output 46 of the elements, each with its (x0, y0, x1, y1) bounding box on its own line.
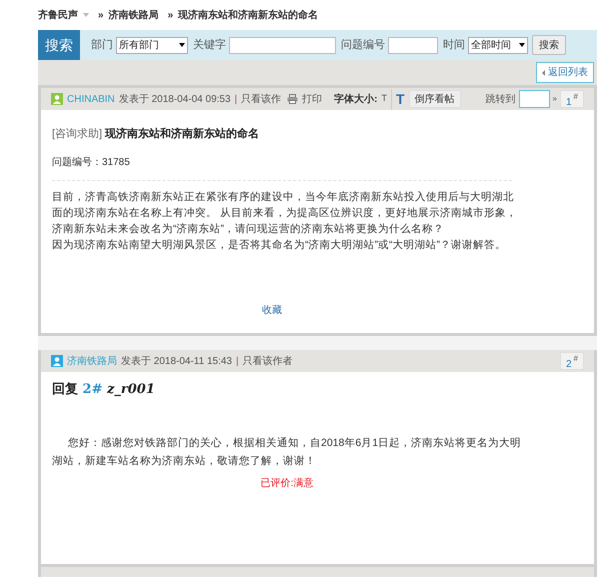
font-size-label: 字体大小: (334, 92, 378, 106)
breadcrumb-separator: » (98, 8, 104, 22)
print-link[interactable]: 打印 (302, 92, 322, 106)
separator: | (236, 354, 239, 368)
input-field[interactable] (229, 36, 336, 54)
caret-icon (519, 43, 525, 47)
post-time: 发表于 2018-04-11 15:43 (121, 354, 232, 368)
back-to-list-button[interactable]: 返回列表 (536, 62, 594, 83)
breadcrumb-link[interactable]: 济南铁路局 (108, 8, 159, 22)
separator: | (234, 92, 238, 106)
floor-number: 2 # (560, 352, 584, 370)
breadcrumb-link[interactable]: 齐鲁民声 (38, 8, 89, 22)
breadcrumb-separator: » (168, 8, 174, 22)
search-button[interactable]: 搜索 (532, 35, 566, 55)
favorite-link[interactable]: 收藏 (262, 302, 282, 318)
arrow-icon (542, 70, 545, 76)
post-title: [咨询求助] 现济南东站和济南新东站的命名 (52, 126, 260, 142)
jump-label: 跳转到 (486, 92, 516, 106)
field-label: 时间 (443, 38, 465, 53)
reply-heading: 回复 2# z_r001 (52, 381, 156, 399)
only-author-link[interactable]: 只看该作 (241, 92, 282, 106)
breadcrumb-link[interactable]: 现济南东站和济南新东站的命名 (178, 8, 318, 22)
search-title: 搜索 (38, 30, 80, 60)
question-text: 目前，济青高铁济南新东站正在紧张有序的建设中，当今年底济南新东站投入使用后与大明湖北面的现济南东站在名称上有冲突。 从目前来看，为提高区位辨识度，更好地展示济南城市形象，济南新东站未来会改名为“济南东站”，请问现运营的济南东站将更换为什么名称？ (52, 190, 518, 236)
field-label: 问题编号 (341, 38, 385, 53)
avatar-icon (51, 93, 63, 105)
reply-text: 您好：感谢您对铁路部门的关心，根据相关通知，自2018年6月1日起，济南东站将更名为大明湖站，新建车站名称为济南东站，敬请您了解，谢谢！ (52, 436, 522, 468)
printer-icon[interactable] (287, 94, 298, 104)
only-author-link[interactable]: 只看该作者 (242, 354, 293, 368)
rating-text: 已评价:满意 (260, 476, 314, 490)
caret-icon (83, 13, 89, 17)
caret-icon (179, 43, 185, 47)
field-label: 关键字 (193, 38, 226, 53)
input-field[interactable] (388, 36, 438, 54)
dropdown-field[interactable]: 全部时间 (468, 36, 528, 54)
floor-number: 1 # (560, 90, 584, 108)
dropdown-field[interactable]: 所有部门 (116, 36, 188, 54)
jump-input[interactable] (518, 90, 550, 108)
field-label: 部门 (91, 38, 113, 53)
reverse-order-button[interactable]: 倒序看帖 (408, 90, 461, 108)
question-text: 因为现济南东站南望大明湖风景区，是否将其命名为“济南大明湖站”或“大明湖站”？谢谢解答。 (52, 238, 507, 252)
jump-arrow[interactable]: » (552, 93, 557, 105)
small-font-button[interactable]: T (381, 92, 387, 106)
avatar-icon (51, 355, 63, 367)
post-time: 发表于 2018-04-04 09:53 (118, 92, 231, 106)
question-number: 问题编号：31785 (52, 156, 131, 170)
